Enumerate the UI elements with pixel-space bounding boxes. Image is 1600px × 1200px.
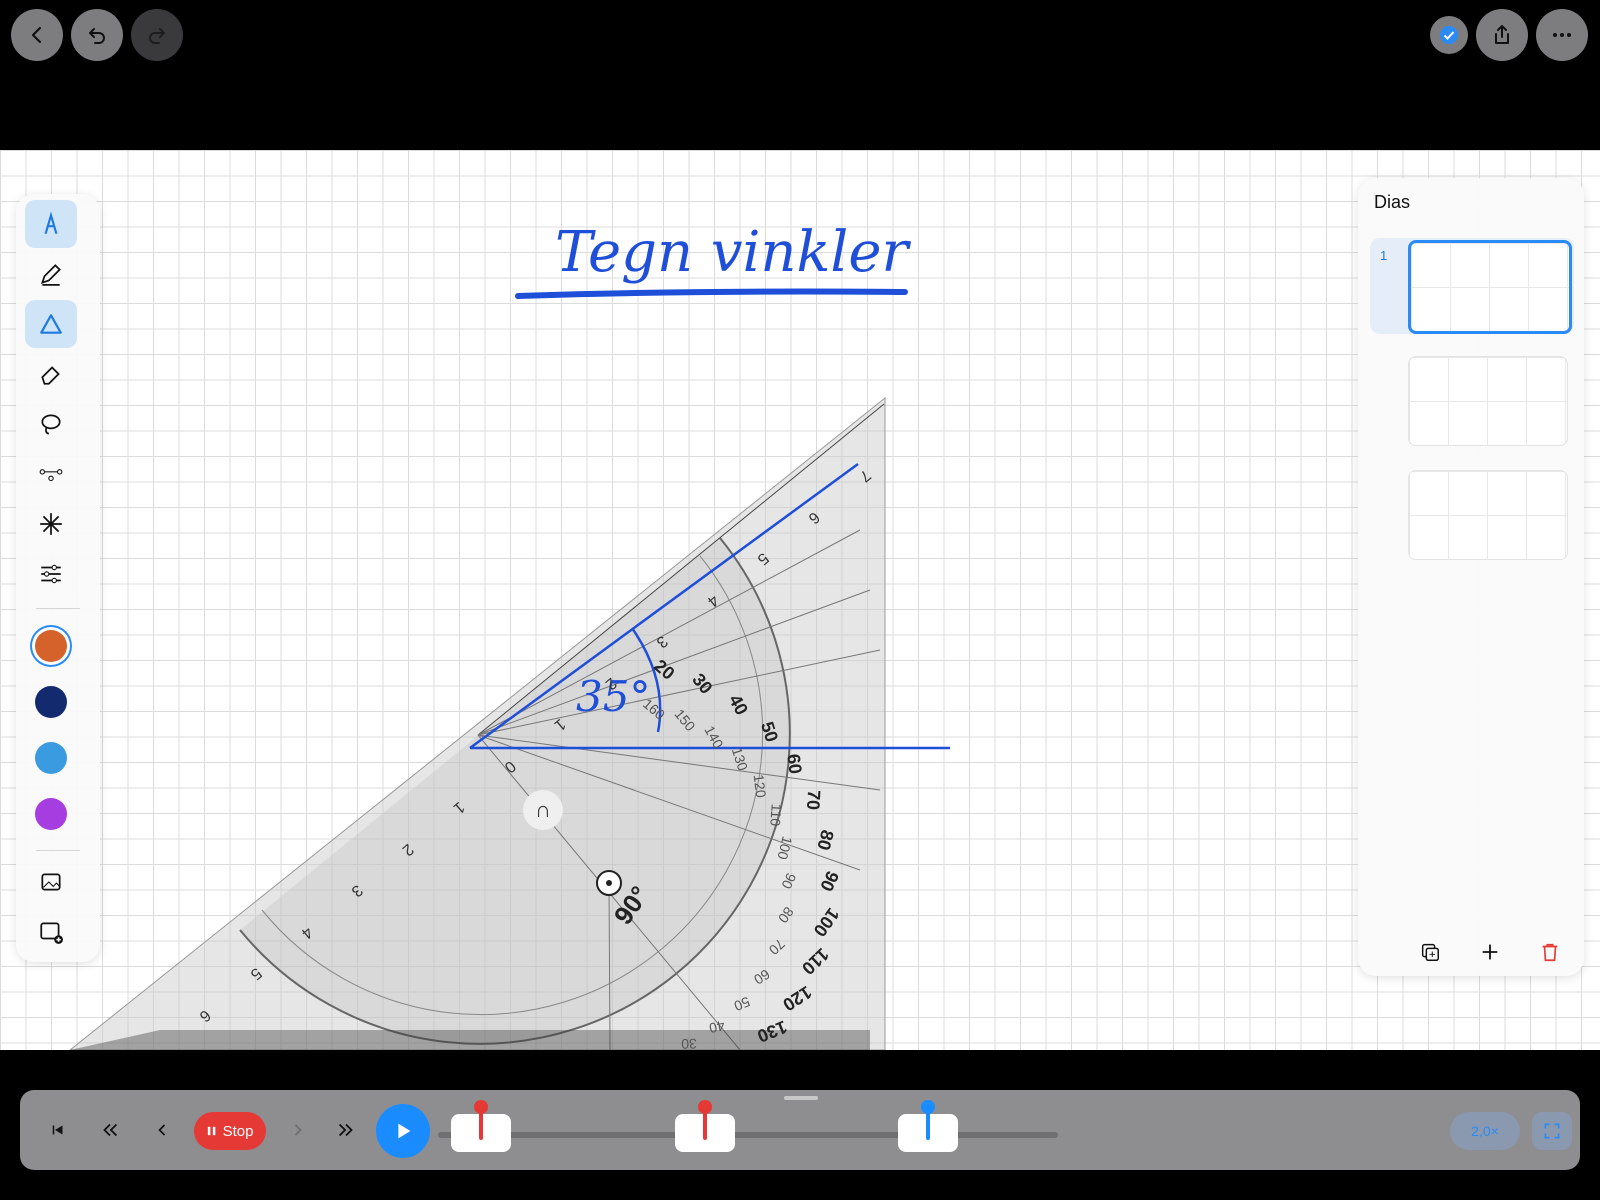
image-gallery-icon <box>41 873 61 891</box>
eraser-icon <box>41 366 60 385</box>
add-slide-button[interactable] <box>1476 938 1504 966</box>
share-button[interactable] <box>1476 9 1528 61</box>
tool-eraser[interactable] <box>25 350 77 398</box>
playback-speed-button[interactable]: 2,0× <box>1450 1112 1520 1150</box>
play-icon <box>398 1123 411 1139</box>
keyframe-marker-head <box>697 1100 712 1114</box>
triangle-shape-icon <box>40 314 62 334</box>
redo-button[interactable] <box>131 9 183 61</box>
compass-pen-icon <box>44 211 58 235</box>
protractor-inner-label: 110 <box>767 803 785 828</box>
slide-number: 1 <box>1380 248 1388 263</box>
tool-add-image[interactable] <box>25 908 77 956</box>
sliders-icon <box>41 564 61 584</box>
color-swatch-purple[interactable] <box>35 798 67 830</box>
tool-laser-pointer[interactable] <box>25 500 77 548</box>
pause-icon <box>207 1126 215 1136</box>
done-button[interactable] <box>1430 16 1468 54</box>
next-button[interactable] <box>282 1114 314 1146</box>
protractor-outer-label: 70 <box>802 789 825 812</box>
chevron-left-icon <box>158 1124 166 1136</box>
double-chevron-left-icon <box>103 1123 118 1137</box>
undo-button[interactable] <box>71 9 123 61</box>
tool-settings-sliders[interactable] <box>25 550 77 598</box>
slide-thumbnail-2[interactable] <box>1408 356 1568 446</box>
skip-to-start-icon <box>52 1125 63 1135</box>
speed-label: 2,0× <box>1471 1123 1499 1139</box>
more-button[interactable] <box>1536 9 1588 61</box>
canvas-title: Tegn vinkler <box>555 220 909 285</box>
back-button[interactable] <box>11 9 63 61</box>
timeline-track[interactable] <box>438 1132 1058 1138</box>
fullscreen-button[interactable] <box>1532 1112 1572 1150</box>
slides-panel-title: Dias <box>1374 192 1411 212</box>
tool-connector[interactable] <box>25 450 77 498</box>
left-toolbar <box>16 194 100 962</box>
rewind-button[interactable] <box>94 1114 126 1146</box>
tool-triangle-shape[interactable] <box>25 300 77 348</box>
color-swatch-navy[interactable] <box>35 686 67 718</box>
tool-lasso[interactable] <box>25 400 77 448</box>
fullscreen-icon <box>1544 1123 1560 1139</box>
previous-button[interactable] <box>146 1114 178 1146</box>
delete-slide-button[interactable] <box>1536 938 1564 966</box>
keyframe-marker-head <box>474 1100 489 1114</box>
protractor-inner-label: 30 <box>680 1036 697 1050</box>
fast-forward-button[interactable] <box>330 1114 362 1146</box>
more-icon <box>1553 33 1571 37</box>
add-slide-icon <box>1482 944 1498 960</box>
protractor-handle[interactable]: ∩ <box>523 790 563 830</box>
stop-label: Stop <box>222 1122 254 1140</box>
duplicate-slide-icon <box>1421 943 1439 961</box>
lasso-icon <box>41 414 61 435</box>
double-chevron-right-icon <box>338 1123 353 1137</box>
chevron-right-icon <box>294 1124 302 1136</box>
back-icon <box>31 26 42 44</box>
tool-image-gallery[interactable] <box>25 858 77 906</box>
drag-handle[interactable] <box>784 1096 818 1100</box>
skip-to-start-button[interactable] <box>42 1114 74 1146</box>
redo-icon <box>149 28 165 44</box>
title-underline <box>515 288 908 299</box>
tool-compass-pen[interactable] <box>25 200 77 248</box>
delete-slide-icon <box>1542 943 1558 962</box>
duplicate-slide-button[interactable] <box>1416 938 1444 966</box>
pencil-icon <box>40 264 61 286</box>
protractor-outer-label: 60 <box>783 752 806 776</box>
color-swatch-orange[interactable] <box>35 630 67 662</box>
color-swatch-light-blue[interactable] <box>35 742 67 774</box>
connector-icon <box>39 469 63 482</box>
keyframe-marker-head <box>920 1100 935 1114</box>
toolbar-divider <box>36 850 80 851</box>
slide-thumbnail-1[interactable] <box>1408 240 1572 334</box>
playback-bar: Stop 2,0× <box>20 1090 1580 1170</box>
tool-pencil[interactable] <box>25 250 77 298</box>
add-image-icon <box>40 922 63 944</box>
checkmark-icon <box>1440 26 1458 44</box>
stop-button[interactable]: Stop <box>194 1112 266 1150</box>
share-icon <box>1495 25 1509 44</box>
laser-pointer-icon <box>40 513 62 535</box>
protractor-inner-label: 120 <box>750 772 770 799</box>
slides-panel: Dias 1 <box>1358 178 1584 976</box>
slide-thumbnail-3[interactable] <box>1408 470 1568 560</box>
toolbar-divider <box>36 608 80 609</box>
play-button[interactable] <box>376 1104 430 1158</box>
undo-icon <box>89 28 105 44</box>
handle-symbol: ∩ <box>535 797 551 822</box>
